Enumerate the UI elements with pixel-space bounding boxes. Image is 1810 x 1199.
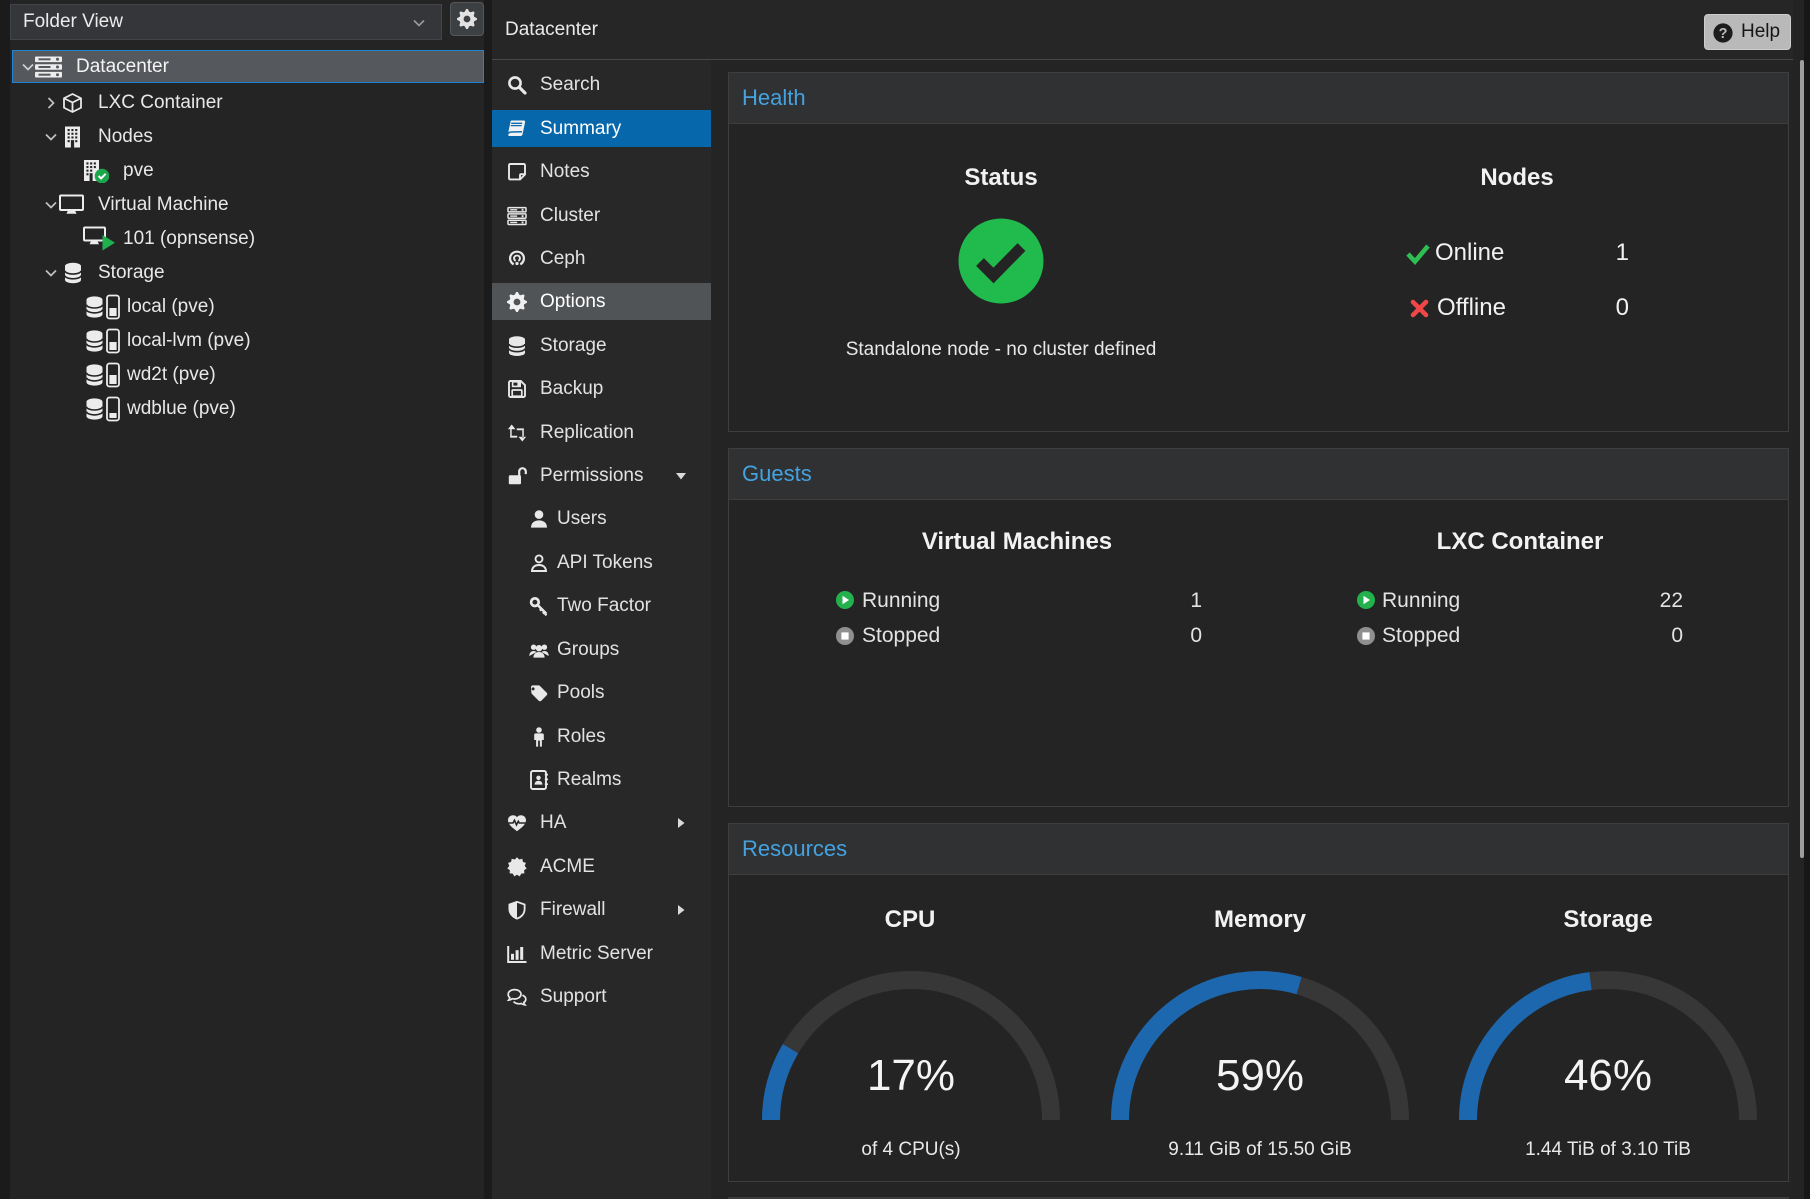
svg-text:?: ?	[1719, 26, 1728, 42]
